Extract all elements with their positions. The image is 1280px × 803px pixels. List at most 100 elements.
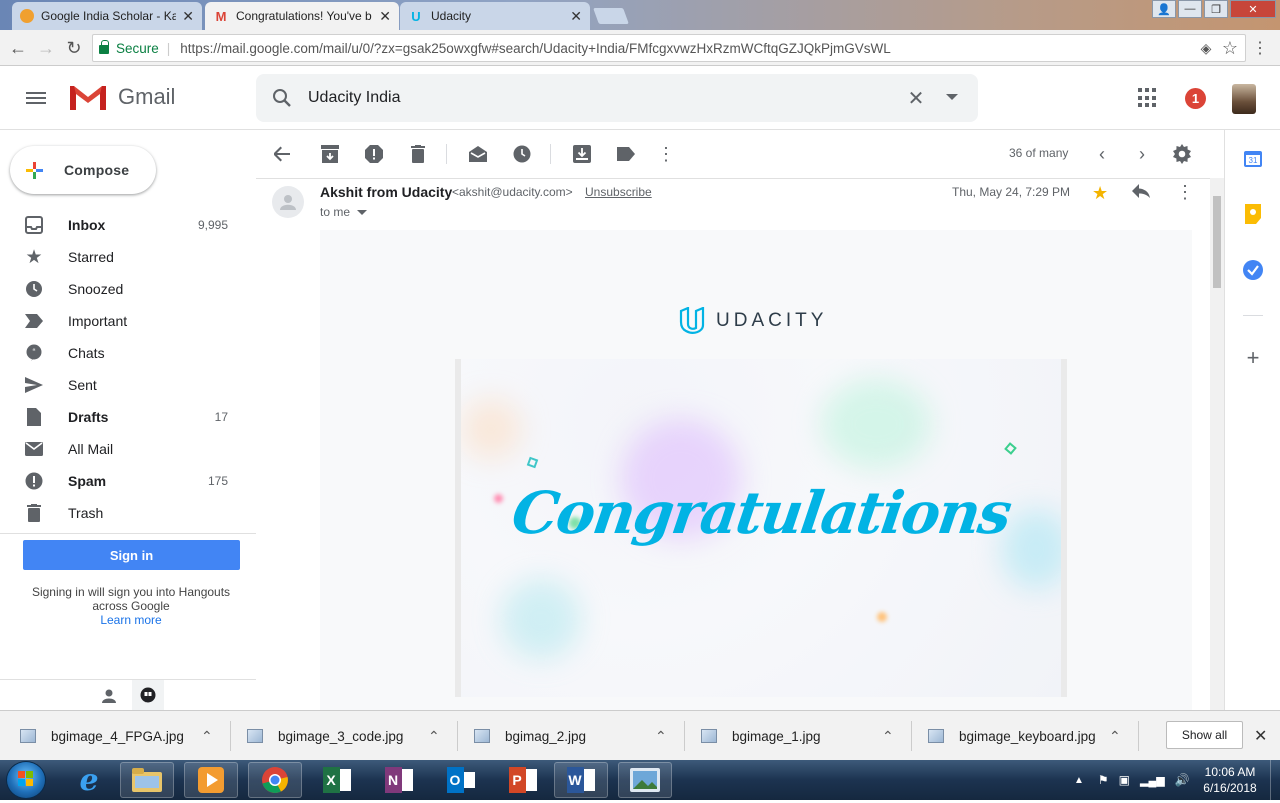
search-icon[interactable] bbox=[270, 86, 294, 110]
minimize-button[interactable]: — bbox=[1178, 0, 1202, 18]
udacity-logo[interactable]: UDACITY bbox=[678, 307, 827, 335]
label-icon[interactable] bbox=[614, 142, 638, 166]
close-downloads-icon[interactable]: ✕ bbox=[1254, 726, 1267, 746]
download-item[interactable]: bgimage_4_FPGA.jpg ⌃ bbox=[0, 711, 221, 761]
sidebar-item-sent[interactable]: Sent bbox=[0, 369, 256, 401]
account-avatar[interactable] bbox=[1232, 84, 1256, 114]
more-options-icon[interactable]: ⋮ bbox=[654, 142, 678, 166]
file-explorer-icon[interactable] bbox=[120, 762, 174, 798]
search-input[interactable]: Udacity India bbox=[308, 89, 904, 107]
onenote-icon[interactable]: N bbox=[372, 762, 426, 798]
internet-explorer-icon[interactable]: e bbox=[62, 762, 116, 798]
delete-icon[interactable] bbox=[406, 142, 430, 166]
restore-button[interactable]: ❐ bbox=[1204, 0, 1228, 18]
chevron-up-icon[interactable]: ⌃ bbox=[428, 728, 448, 745]
media-player-icon[interactable] bbox=[184, 762, 238, 798]
sender-avatar[interactable] bbox=[272, 186, 304, 218]
sender-name[interactable]: Akshit from Udacity bbox=[320, 184, 452, 200]
unsubscribe-link[interactable]: Unsubscribe bbox=[585, 185, 652, 199]
forward-button[interactable]: → bbox=[34, 36, 58, 60]
sidebar-item-chats[interactable]: “ Chats bbox=[0, 337, 256, 369]
word-icon[interactable]: W bbox=[554, 762, 608, 798]
chevron-up-icon[interactable]: ⌃ bbox=[201, 728, 221, 745]
gmail-logo[interactable]: Gmail bbox=[68, 82, 175, 112]
volume-icon[interactable]: 🔊 bbox=[1175, 773, 1190, 787]
show-all-downloads-button[interactable]: Show all bbox=[1166, 721, 1243, 749]
report-spam-icon[interactable] bbox=[362, 142, 386, 166]
system-clock[interactable]: 10:06 AM 6/16/2018 bbox=[1196, 764, 1264, 796]
archive-icon[interactable] bbox=[318, 142, 342, 166]
sidebar-item-drafts[interactable]: Drafts 17 bbox=[0, 401, 256, 433]
star-icon[interactable]: ★ bbox=[1092, 183, 1108, 204]
newer-icon[interactable]: ‹ bbox=[1090, 142, 1114, 166]
sidebar-item-trash[interactable]: Trash bbox=[0, 497, 256, 529]
windows-start-button[interactable] bbox=[6, 761, 46, 799]
search-bar[interactable]: Udacity India ✕ bbox=[256, 74, 978, 122]
sidebar-item-spam[interactable]: Spam 175 bbox=[0, 465, 256, 497]
settings-gear-icon[interactable] bbox=[1170, 142, 1194, 166]
main-menu-button[interactable] bbox=[24, 86, 48, 110]
back-to-list-icon[interactable] bbox=[270, 142, 294, 166]
chevron-up-icon[interactable]: ⌃ bbox=[1109, 728, 1129, 745]
chevron-up-icon[interactable]: ⌃ bbox=[882, 728, 902, 745]
outlook-icon[interactable]: O bbox=[434, 762, 488, 798]
powerpoint-icon[interactable]: P bbox=[496, 762, 550, 798]
compose-button[interactable]: Compose bbox=[10, 146, 156, 194]
reload-button[interactable]: ↻ bbox=[62, 36, 86, 60]
chrome-menu-icon[interactable]: ⋮ bbox=[1248, 36, 1272, 60]
add-addon-icon[interactable]: + bbox=[1243, 345, 1263, 370]
recipient-details[interactable]: to me bbox=[320, 205, 368, 219]
sidebar-item-snoozed[interactable]: Snoozed bbox=[0, 273, 256, 305]
close-tab-icon[interactable]: ✕ bbox=[570, 8, 582, 25]
search-options-icon[interactable] bbox=[940, 86, 964, 110]
tasks-icon[interactable] bbox=[1243, 260, 1263, 280]
browser-tab-congratulations[interactable]: M Congratulations! You've b ✕ bbox=[205, 2, 399, 30]
older-icon[interactable]: › bbox=[1130, 142, 1154, 166]
browser-tab-scholar[interactable]: Google India Scholar - Ka ✕ bbox=[12, 2, 202, 30]
hangouts-sign-in-button[interactable]: Sign in bbox=[23, 540, 240, 570]
google-apps-icon[interactable] bbox=[1138, 88, 1158, 108]
bookmark-star-icon[interactable]: ☆ bbox=[1218, 36, 1242, 60]
chrome-icon[interactable] bbox=[248, 762, 302, 798]
message-scrollbar[interactable] bbox=[1210, 178, 1224, 710]
scrollbar-thumb[interactable] bbox=[1213, 196, 1221, 288]
secure-indicator[interactable]: Secure bbox=[99, 39, 159, 56]
sidebar-item-important[interactable]: Important bbox=[0, 305, 256, 337]
snooze-icon[interactable] bbox=[510, 142, 534, 166]
download-item[interactable]: bgimage_1.jpg ⌃ bbox=[681, 711, 902, 761]
chevron-up-icon[interactable]: ⌃ bbox=[655, 728, 675, 745]
window-close-button[interactable]: ✕ bbox=[1230, 0, 1276, 18]
sidebar-item-starred[interactable]: ★ Starred bbox=[0, 241, 256, 273]
show-desktop-button[interactable] bbox=[1270, 760, 1280, 800]
calendar-icon[interactable]: 31 bbox=[1243, 148, 1263, 168]
notification-badge[interactable]: 1 bbox=[1185, 88, 1206, 109]
move-to-icon[interactable] bbox=[570, 142, 594, 166]
mark-unread-icon[interactable] bbox=[466, 142, 490, 166]
learn-more-link[interactable]: Learn more bbox=[100, 613, 161, 627]
sidebar-item-inbox[interactable]: Inbox 9,995 bbox=[0, 209, 256, 241]
excel-icon[interactable]: X bbox=[310, 762, 364, 798]
power-icon[interactable]: ▣ bbox=[1119, 773, 1130, 787]
clear-search-icon[interactable]: ✕ bbox=[904, 86, 928, 110]
keep-icon[interactable] bbox=[1243, 204, 1263, 224]
show-hidden-icons-icon[interactable]: ▲ bbox=[1074, 775, 1084, 786]
new-tab-button[interactable] bbox=[593, 8, 629, 24]
download-item[interactable]: bgimage_keyboard.jpg ⌃ bbox=[908, 711, 1129, 761]
message-more-icon[interactable]: ⋮ bbox=[1176, 182, 1194, 203]
action-center-flag-icon[interactable]: ⚑ bbox=[1098, 773, 1109, 787]
contacts-icon[interactable] bbox=[100, 687, 118, 705]
sidebar-item-all-mail[interactable]: All Mail bbox=[0, 433, 256, 465]
browser-tab-udacity[interactable]: U Udacity ✕ bbox=[400, 2, 590, 30]
download-item[interactable]: bgimag_2.jpg ⌃ bbox=[454, 711, 675, 761]
back-button[interactable]: ← bbox=[6, 36, 30, 60]
network-icon[interactable]: ▂▄▆ bbox=[1140, 774, 1165, 787]
photo-viewer-icon[interactable] bbox=[618, 762, 672, 798]
close-tab-icon[interactable]: ✕ bbox=[379, 8, 391, 25]
url-field[interactable]: Secure | https://mail.google.com/mail/u/… bbox=[92, 34, 1246, 62]
extension-icon[interactable]: ◈ bbox=[1194, 36, 1218, 60]
hangouts-icon[interactable] bbox=[132, 680, 164, 712]
reply-icon[interactable] bbox=[1132, 184, 1150, 203]
download-item[interactable]: bgimage_3_code.jpg ⌃ bbox=[227, 711, 448, 761]
close-tab-icon[interactable]: ✕ bbox=[182, 8, 194, 25]
user-profile-button[interactable]: 👤 bbox=[1152, 0, 1176, 18]
